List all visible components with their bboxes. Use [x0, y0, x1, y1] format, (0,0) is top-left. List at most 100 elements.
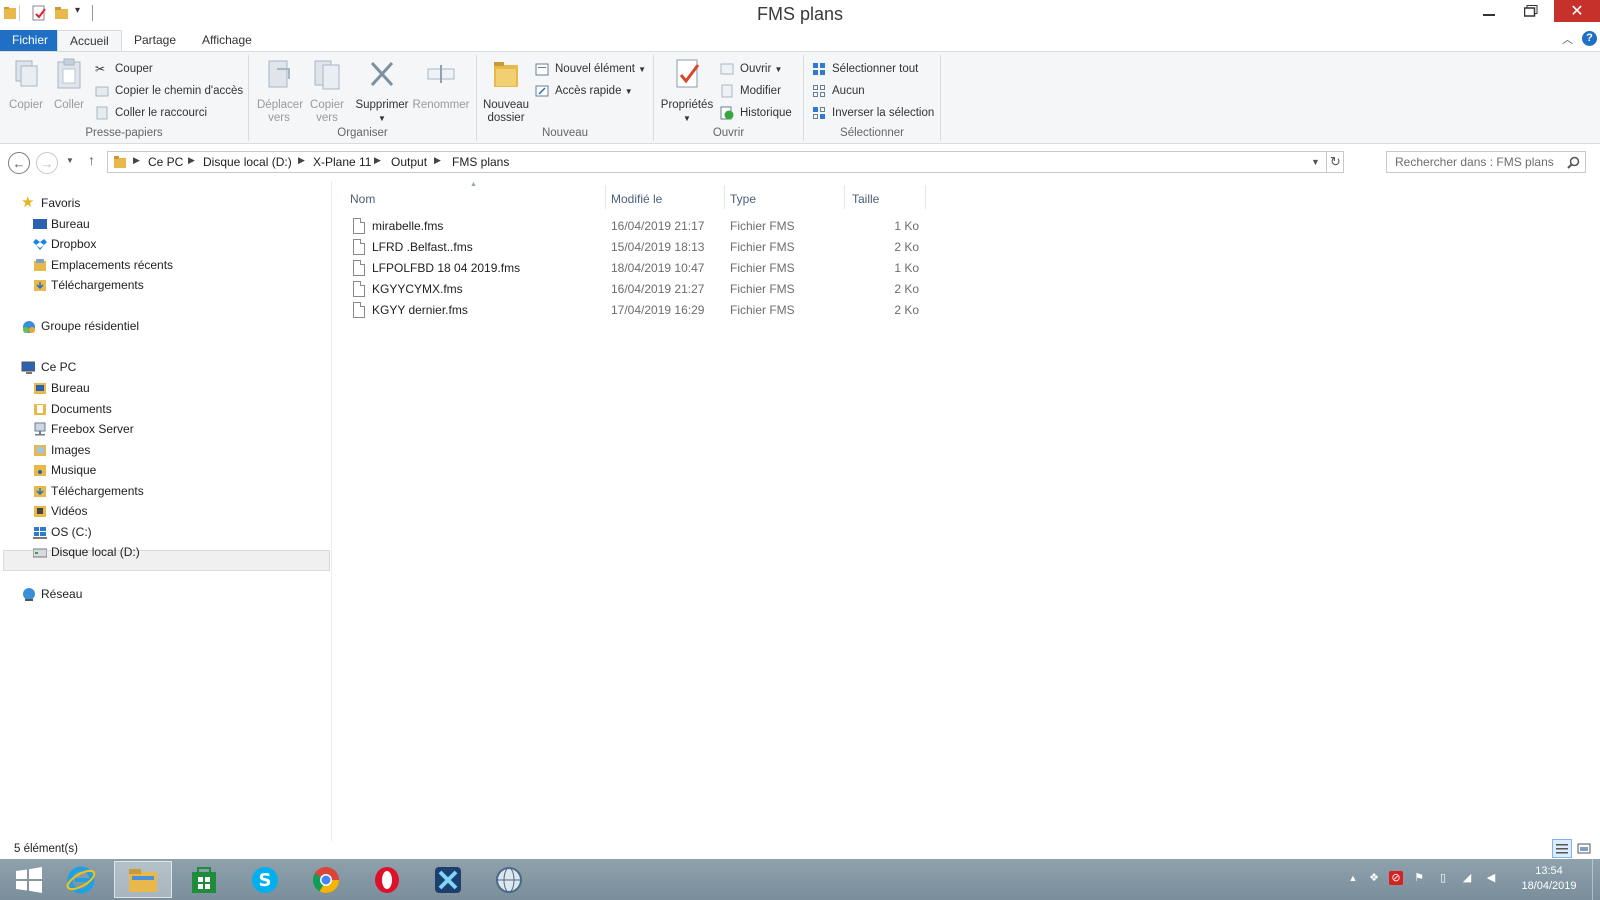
minimize-button[interactable] [1466, 0, 1512, 22]
breadcrumb-output[interactable]: Output [391, 155, 427, 169]
nav-pc-musique[interactable]: Musique [34, 460, 96, 480]
close-button[interactable]: ✕ [1554, 0, 1600, 22]
rename-button[interactable]: Renommer [411, 57, 471, 112]
search-box[interactable]: Rechercher dans : FMS plans [1386, 151, 1586, 173]
taskbar-store[interactable] [175, 861, 233, 898]
recent-places-icon [34, 259, 46, 271]
quick-access-button[interactable]: Accès rapide ▼ [535, 81, 633, 101]
refresh-icon[interactable]: ↻ [1330, 154, 1341, 170]
paste-button[interactable]: Coller [50, 57, 88, 112]
recent-locations-icon[interactable]: ▼ [66, 156, 74, 165]
breadcrumb-xplane[interactable]: X-Plane 11 [313, 155, 371, 169]
breadcrumb-separator-icon[interactable]: ▶ [434, 155, 441, 166]
forward-button[interactable]: → [36, 152, 58, 174]
select-all-button[interactable]: Sélectionner tout [812, 59, 918, 79]
tray-expand-icon[interactable]: ▲ [1346, 871, 1360, 885]
nav-fav-dropbox[interactable]: Dropbox [33, 234, 96, 254]
breadcrumb-disque-d[interactable]: Disque local (D:) [203, 155, 292, 169]
copy-to-button[interactable]: Copier vers [305, 57, 349, 125]
copy-button[interactable]: Copier [6, 57, 46, 112]
nav-pc-disque-d[interactable]: Disque local (D:) [33, 542, 140, 562]
nav-favoris[interactable]: ★ Favoris [21, 193, 80, 213]
nav-fav-bureau[interactable]: Bureau [33, 214, 90, 234]
copy-path-icon [95, 86, 109, 97]
tab-fichier[interactable]: Fichier [0, 30, 61, 52]
breadcrumb-separator-icon[interactable]: ▶ [298, 155, 305, 166]
taskbar-ie[interactable] [52, 861, 110, 898]
move-to-button[interactable]: Déplacer vers [255, 57, 303, 125]
column-header-modified[interactable]: Modifié le [611, 189, 662, 209]
select-none-button[interactable]: Aucun [812, 81, 865, 101]
nav-homegroup[interactable]: Groupe résidentiel [23, 316, 139, 336]
breadcrumb-ce-pc[interactable]: Ce PC [148, 155, 183, 169]
breadcrumb-fms-plans[interactable]: FMS plans [452, 155, 509, 169]
nav-fav-downloads[interactable]: Téléchargements [34, 275, 144, 295]
tray-power-icon[interactable]: ▯ [1436, 871, 1450, 885]
taskbar-explorer[interactable] [114, 861, 172, 898]
nav-pc-bureau[interactable]: Bureau [34, 378, 90, 398]
history-button[interactable]: Historique [720, 103, 792, 123]
table-row[interactable]: KGYYCYMX.fms 16/04/2019 21:27 Fichier FM… [350, 279, 1265, 299]
table-row[interactable]: mirabelle.fms 16/04/2019 21:17 Fichier F… [350, 216, 1265, 236]
nav-fav-recent[interactable]: Emplacements récents [34, 255, 173, 275]
breadcrumb-separator-icon[interactable]: ▶ [133, 155, 140, 166]
table-row[interactable]: LFPOLFBD 18 04 2019.fms 18/04/2019 10:47… [350, 258, 1265, 278]
start-button[interactable] [0, 861, 58, 898]
details-view-button[interactable] [1552, 839, 1572, 858]
back-button[interactable]: ← [8, 152, 30, 174]
tab-accueil[interactable]: Accueil [57, 30, 122, 52]
copy-path-button[interactable]: Copier le chemin d'accès [95, 81, 243, 101]
nav-pc-images[interactable]: Images [34, 440, 90, 460]
tray-wifi-icon[interactable]: ◢ [1460, 871, 1474, 885]
delete-button[interactable]: Supprimer ▼ [353, 57, 411, 125]
cut-button[interactable]: ✂ Couper [95, 59, 153, 79]
tab-affichage[interactable]: Affichage [190, 30, 264, 52]
properties-button[interactable]: Propriétés ▼ [660, 57, 714, 125]
properties-dropdown-icon[interactable]: ▼ [660, 112, 714, 125]
nav-pc-os-c[interactable]: OS (C:) [33, 522, 92, 542]
tab-partage[interactable]: Partage [122, 30, 188, 52]
nav-pc-documents[interactable]: Documents [34, 399, 112, 419]
tray-antivirus-icon[interactable]: ⊘ [1389, 871, 1403, 885]
nav-pc-videos[interactable]: Vidéos [34, 501, 87, 521]
delete-dropdown-icon[interactable]: ▼ [353, 112, 411, 125]
up-button[interactable]: ↑ [88, 152, 95, 168]
file-type: Fichier FMS [730, 282, 795, 296]
new-folder-button[interactable]: Nouveau dossier [481, 57, 531, 125]
column-header-size[interactable]: Taille [852, 189, 879, 209]
edit-button[interactable]: Modifier [720, 81, 781, 101]
nav-ce-pc[interactable]: Ce PC [21, 357, 76, 377]
taskbar-xplane[interactable] [419, 861, 477, 898]
nav-network[interactable]: Réseau [23, 584, 82, 604]
breadcrumb-separator-icon[interactable]: ▶ [374, 155, 381, 166]
open-button[interactable]: Ouvrir ▼ [720, 59, 782, 79]
nav-pc-freebox[interactable]: Freebox Server [34, 419, 134, 439]
address-dropdown-icon[interactable]: ▼ [1311, 157, 1320, 167]
breadcrumb-separator-icon[interactable]: ▶ [188, 155, 195, 166]
downloads-folder-icon [34, 486, 46, 497]
nav-pc-downloads[interactable]: Téléchargements [34, 481, 144, 501]
table-row[interactable]: KGYY dernier.fms 17/04/2019 16:29 Fichie… [350, 300, 1265, 320]
taskbar-chrome[interactable] [297, 861, 355, 898]
invert-selection-button[interactable]: Inverser la sélection [812, 103, 934, 123]
taskbar-clock[interactable]: 13:54 18/04/2019 [1514, 864, 1584, 894]
new-item-button[interactable]: Nouvel élément ▼ [535, 59, 646, 79]
tray-action-center-icon[interactable]: ⚑ [1412, 871, 1426, 885]
paste-shortcut-button[interactable]: Coller le raccourci [95, 103, 207, 123]
large-icons-view-button[interactable] [1576, 841, 1594, 857]
tray-dropbox-icon[interactable]: ❖ [1367, 871, 1381, 885]
taskbar-opera[interactable] [358, 861, 416, 898]
address-bar[interactable]: ▶ Ce PC ▶ Disque local (D:) ▶ X-Plane 11… [107, 151, 1344, 173]
restore-button[interactable] [1508, 0, 1554, 22]
search-icon[interactable] [1567, 156, 1580, 169]
column-header-name[interactable]: Nom [350, 189, 375, 209]
table-row[interactable]: LFRD .Belfast..fms 15/04/2019 18:13 Fich… [350, 237, 1265, 257]
taskbar-network-app[interactable] [480, 861, 538, 898]
new-group-label: Nouveau [541, 127, 589, 139]
taskbar-skype[interactable]: S [236, 861, 294, 898]
show-desktop-button[interactable] [1592, 859, 1600, 900]
help-icon[interactable]: ? [1582, 31, 1597, 46]
minimize-ribbon-icon[interactable]: ︿ [1562, 31, 1573, 47]
tray-volume-icon[interactable]: ◀ [1484, 871, 1498, 885]
column-header-type[interactable]: Type [730, 189, 756, 209]
